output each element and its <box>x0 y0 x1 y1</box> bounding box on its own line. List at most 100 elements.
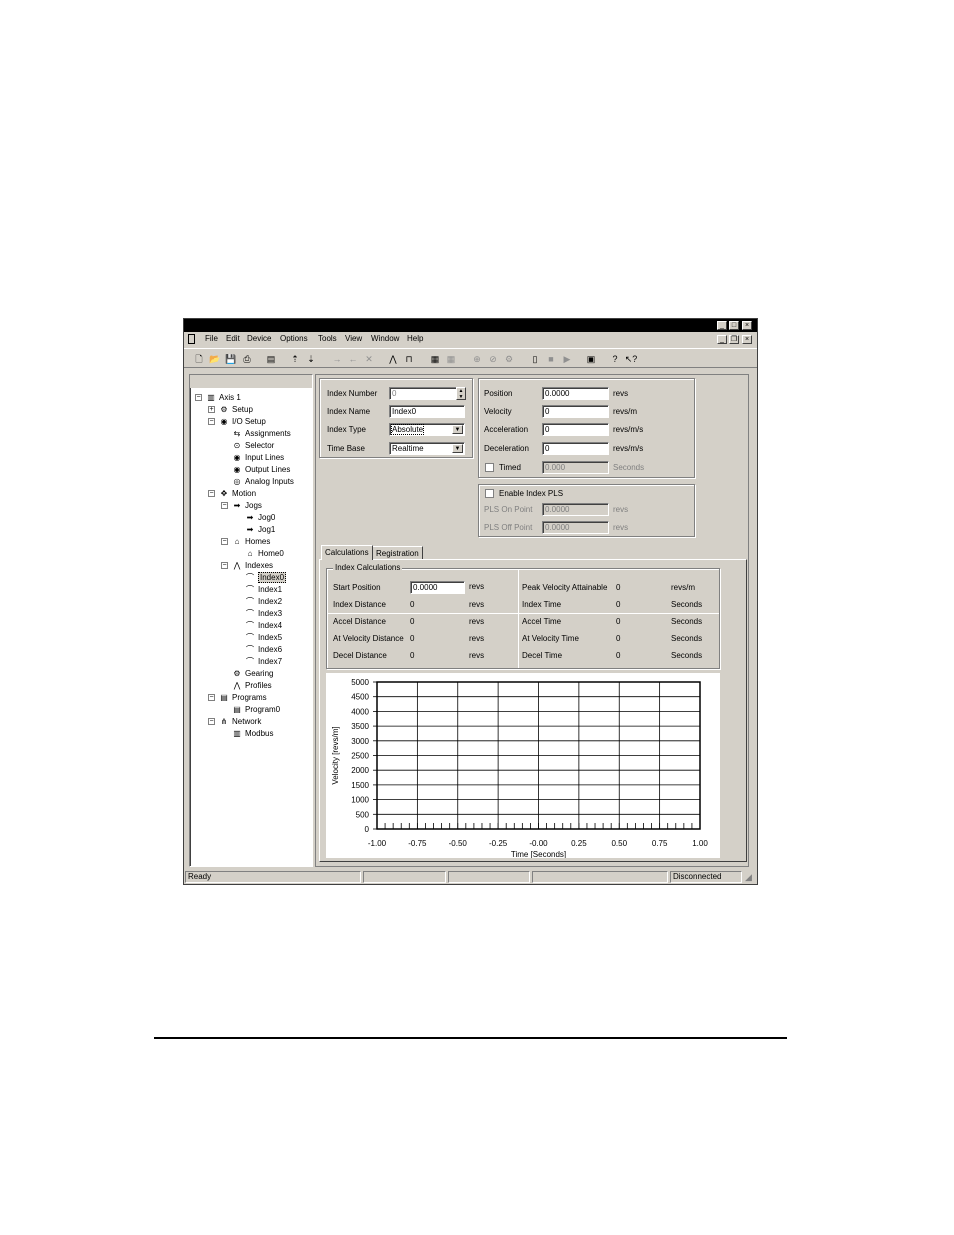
pls-on-input[interactable]: 0.0000 <box>542 503 609 516</box>
collapse-icon[interactable]: − <box>221 562 228 569</box>
index-name-input[interactable]: Index0 <box>389 405 465 418</box>
tree-item[interactable]: ⌂ Home0 <box>245 548 284 560</box>
tree-item[interactable]: ◉ Input Lines <box>232 452 285 464</box>
tools-icon[interactable]: ⚙ <box>502 352 516 366</box>
edit-icon[interactable]: ▦ <box>428 352 442 366</box>
tree-item[interactable]: + ⚙ Setup <box>208 404 253 416</box>
timed-input[interactable]: 0.000 <box>542 461 609 474</box>
tab-calculations[interactable]: Calculations <box>321 545 373 560</box>
enable-pls-checkbox[interactable] <box>485 489 494 498</box>
mdi-minimize-icon[interactable]: _ <box>717 335 727 344</box>
delete-icon[interactable]: ✕ <box>362 352 376 366</box>
print-icon[interactable]: ⎙ <box>240 352 254 366</box>
add-profile-icon[interactable]: ⊓ <box>402 352 416 366</box>
index-type-select[interactable]: Absolute ▼ <box>389 423 465 436</box>
tree-item[interactable]: ⌒ Index2 <box>245 596 282 608</box>
new-icon[interactable]: 🗋 <box>192 352 206 366</box>
context-help-icon[interactable]: ↖? <box>624 352 638 366</box>
menu-edit[interactable]: Edit <box>226 334 240 343</box>
insert-after-icon[interactable]: → <box>330 352 344 366</box>
tree-item[interactable]: ◉ Output Lines <box>232 464 291 476</box>
velocity-input[interactable]: 0 <box>542 405 609 418</box>
download-icon[interactable]: ⇣ <box>304 352 318 366</box>
time-base-select[interactable]: Realtime ▼ <box>389 442 465 455</box>
tree-item[interactable]: ⌒ Index5 <box>245 632 282 644</box>
collapse-icon[interactable]: − <box>208 694 215 701</box>
tree-item[interactable]: ⊙ Selector <box>232 440 275 452</box>
resize-grip-icon[interactable]: ◢ <box>745 872 755 882</box>
maximize-icon[interactable]: □ <box>729 321 739 330</box>
tree-item-label: I/O Setup <box>232 417 266 426</box>
tree-item[interactable]: ➡ Jog1 <box>245 524 276 536</box>
timed-checkbox[interactable] <box>485 463 494 472</box>
tree-item[interactable]: ▤ Program0 <box>232 704 280 716</box>
menu-window[interactable]: Window <box>371 334 399 343</box>
chevron-down-icon[interactable]: ▼ <box>452 425 463 434</box>
tree-item[interactable]: − ▥ Axis 1 <box>195 392 241 404</box>
deceleration-input[interactable]: 0 <box>542 442 609 455</box>
index-number-spinner[interactable]: ▲ ▼ <box>456 387 466 400</box>
index-distance-value: 0 <box>410 600 415 609</box>
pls-on-unit: revs <box>613 505 629 514</box>
tree-item[interactable]: ⌒ Index7 <box>245 656 282 668</box>
tab-registration[interactable]: Registration <box>372 546 423 560</box>
insert-before-icon[interactable]: ← <box>346 352 360 366</box>
upload-icon[interactable]: ⇡ <box>288 352 302 366</box>
window-view-icon[interactable]: ▣ <box>584 352 598 366</box>
collapse-icon[interactable]: − <box>221 502 228 509</box>
minimize-icon[interactable]: _ <box>717 321 727 330</box>
collapse-icon[interactable]: − <box>208 718 215 725</box>
collapse-icon[interactable]: − <box>195 394 202 401</box>
menu-device[interactable]: Device <box>247 334 271 343</box>
start-position-input[interactable]: 0.0000 <box>410 581 465 594</box>
tree-item[interactable]: − ⋔ Network <box>208 716 261 728</box>
tree-item[interactable]: ⌒ Index0 <box>245 572 287 584</box>
mdi-close-icon[interactable]: × <box>742 335 752 344</box>
chevron-down-icon[interactable]: ▼ <box>452 444 463 453</box>
document-icon[interactable] <box>188 334 195 344</box>
tree-item[interactable]: ⌒ Index4 <box>245 620 282 632</box>
help-icon[interactable]: ? <box>608 352 622 366</box>
close-icon[interactable]: × <box>742 321 752 330</box>
menu-view[interactable]: View <box>345 334 362 343</box>
tree-item[interactable]: ⌒ Index6 <box>245 644 282 656</box>
pls-off-input[interactable]: 0.0000 <box>542 521 609 534</box>
tree-item[interactable]: ⇆ Assignments <box>232 428 291 440</box>
menu-options[interactable]: Options <box>280 334 308 343</box>
collapse-icon[interactable]: − <box>208 418 215 425</box>
tree-item[interactable]: ➡ Jog0 <box>245 512 276 524</box>
mdi-restore-icon[interactable]: ❐ <box>729 335 739 344</box>
menu-file[interactable]: File <box>205 334 218 343</box>
zoom-icon[interactable]: ⊕ <box>470 352 484 366</box>
tree-item[interactable]: − ✥ Motion <box>208 488 256 500</box>
position-input[interactable]: 0.0000 <box>542 387 609 400</box>
expand-icon[interactable]: + <box>208 406 215 413</box>
collapse-icon[interactable]: − <box>221 538 228 545</box>
index-number-input[interactable]: 0 <box>389 387 465 400</box>
tree-item[interactable]: − ➡ Jogs <box>221 500 262 512</box>
tree-item[interactable]: − ◉ I/O Setup <box>208 416 266 428</box>
tree-item[interactable]: ⌒ Index3 <box>245 608 282 620</box>
tree-item[interactable]: ⋀ Profiles <box>232 680 272 692</box>
edit-copy-icon[interactable]: ▦ <box>444 352 458 366</box>
collapse-icon[interactable]: − <box>208 490 215 497</box>
program-icon[interactable]: ▯ <box>528 352 542 366</box>
add-motion-icon[interactable]: ⋀ <box>386 352 400 366</box>
project-tree[interactable]: − ▥ Axis 1 + ⚙ Setup − ◉ I/O Setup ⇆ Assignments ⊙ S… <box>189 374 313 867</box>
tree-item[interactable]: − ▤ Programs <box>208 692 267 704</box>
stop-icon[interactable]: ■ <box>544 352 558 366</box>
tree-item[interactable]: − ⌂ Homes <box>221 536 270 548</box>
tree-item[interactable]: ◎ Analog Inputs <box>232 476 294 488</box>
open-icon[interactable]: 📂 <box>208 352 222 366</box>
tree-item[interactable]: ▥ Modbus <box>232 728 273 740</box>
tree-item[interactable]: ⚙ Gearing <box>232 668 273 680</box>
menu-help[interactable]: Help <box>407 334 423 343</box>
tree-item[interactable]: − ⋀ Indexes <box>221 560 273 572</box>
properties-icon[interactable]: ▤ <box>264 352 278 366</box>
run-icon[interactable]: ▶ <box>560 352 574 366</box>
tree-item[interactable]: ⌒ Index1 <box>245 584 282 596</box>
save-icon[interactable]: 💾 <box>224 352 238 366</box>
acceleration-input[interactable]: 0 <box>542 423 609 436</box>
find-icon[interactable]: ⊘ <box>486 352 500 366</box>
menu-tools[interactable]: Tools <box>318 334 337 343</box>
